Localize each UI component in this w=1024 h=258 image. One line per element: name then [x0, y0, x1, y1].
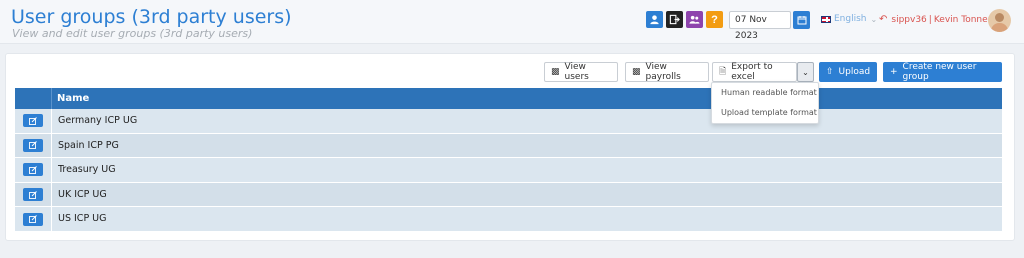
table-body: Germany ICP UG Spain ICP PG Treasury UG …	[15, 109, 1002, 232]
export-excel-label: Export to excel	[731, 62, 773, 82]
language-selector[interactable]: English ⌄	[821, 14, 877, 24]
menu-item-upload-template[interactable]: Upload template format	[712, 103, 818, 123]
edit-icon	[29, 215, 37, 224]
view-users-label: View users	[564, 62, 589, 82]
user-icon	[650, 15, 659, 25]
help-icon: ?	[711, 13, 718, 26]
uk-flag-icon	[821, 15, 831, 23]
plus-icon: +	[890, 67, 898, 77]
date-input[interactable]: 07 Nov 2023	[729, 11, 791, 41]
view-payrolls-button[interactable]: ▩ View payrolls	[625, 62, 709, 82]
export-excel-button[interactable]: 🗎 Export to excel	[712, 62, 797, 82]
view-payrolls-label: View payrolls	[645, 62, 681, 82]
user-quick-button[interactable]	[646, 11, 663, 28]
view-users-button[interactable]: ▩ View users	[544, 62, 618, 82]
table-header-actions	[15, 88, 52, 109]
upload-label: Upload	[838, 67, 871, 77]
edit-icon	[29, 141, 37, 150]
account-name: sippv36	[891, 14, 927, 25]
edit-button[interactable]	[23, 114, 43, 128]
table-row: UK ICP UG	[15, 182, 1002, 208]
file-excel-icon: 🗎	[719, 67, 727, 77]
upload-icon: ⇧	[826, 67, 834, 77]
edit-button[interactable]	[23, 163, 43, 177]
user-name: Kevin Tonner	[933, 14, 992, 25]
table-header: Name	[15, 88, 1002, 109]
sitemap-icon: ▩	[632, 67, 641, 77]
create-user-group-button[interactable]: + Create new user group	[883, 62, 1002, 82]
user-menu[interactable]: ↶ sippv36 | Kevin Tonner	[879, 14, 991, 25]
table-row: Germany ICP UG	[15, 109, 1002, 134]
switch-account-icon: ↶	[879, 14, 888, 25]
table-row: Treasury UG	[15, 158, 1002, 183]
group-name: Germany ICP UG	[58, 115, 138, 126]
edit-icon	[29, 190, 37, 199]
calendar-button[interactable]	[793, 11, 810, 29]
user-groups-table: Name Germany ICP UG Spain ICP PG Treasur…	[15, 88, 1002, 232]
edit-button[interactable]	[23, 188, 43, 202]
help-quick-button[interactable]: ?	[706, 11, 723, 28]
page-title: User groups (3rd party users)	[11, 6, 292, 28]
sitemap-icon: ▩	[551, 67, 560, 77]
export-dropdown-toggle[interactable]: ⌄	[797, 62, 814, 82]
group-name: Spain ICP PG	[58, 139, 119, 151]
language-label: English	[834, 14, 867, 24]
create-user-group-label: Create new user group	[902, 62, 977, 82]
avatar[interactable]	[988, 9, 1011, 32]
group-name: US ICP UG	[58, 213, 107, 225]
group-name: UK ICP UG	[58, 188, 107, 200]
users-icon	[689, 15, 700, 24]
export-dropdown-menu: Human readable format Upload template fo…	[711, 82, 819, 124]
export-quick-button[interactable]	[666, 11, 683, 28]
edit-button[interactable]	[23, 212, 43, 226]
chevron-down-icon: ⌄	[870, 14, 878, 24]
edit-button[interactable]	[23, 138, 43, 152]
calendar-icon	[797, 16, 806, 25]
table-header-name[interactable]: Name	[52, 88, 89, 109]
group-name: Treasury UG	[58, 164, 116, 176]
chevron-down-icon: ⌄	[802, 67, 809, 77]
menu-item-human-readable[interactable]: Human readable format	[712, 83, 818, 103]
users-quick-button[interactable]	[686, 11, 703, 28]
edit-icon	[29, 116, 37, 125]
table-row: Spain ICP PG	[15, 133, 1002, 159]
user-separator: |	[928, 14, 932, 25]
page-header: User groups (3rd party users) View and e…	[0, 0, 1024, 44]
upload-button[interactable]: ⇧ Upload	[819, 62, 877, 82]
page-subtitle: View and edit user groups (3rd party use…	[12, 27, 253, 40]
table-row: US ICP UG	[15, 207, 1002, 232]
edit-icon	[29, 166, 37, 174]
export-icon	[669, 14, 680, 25]
